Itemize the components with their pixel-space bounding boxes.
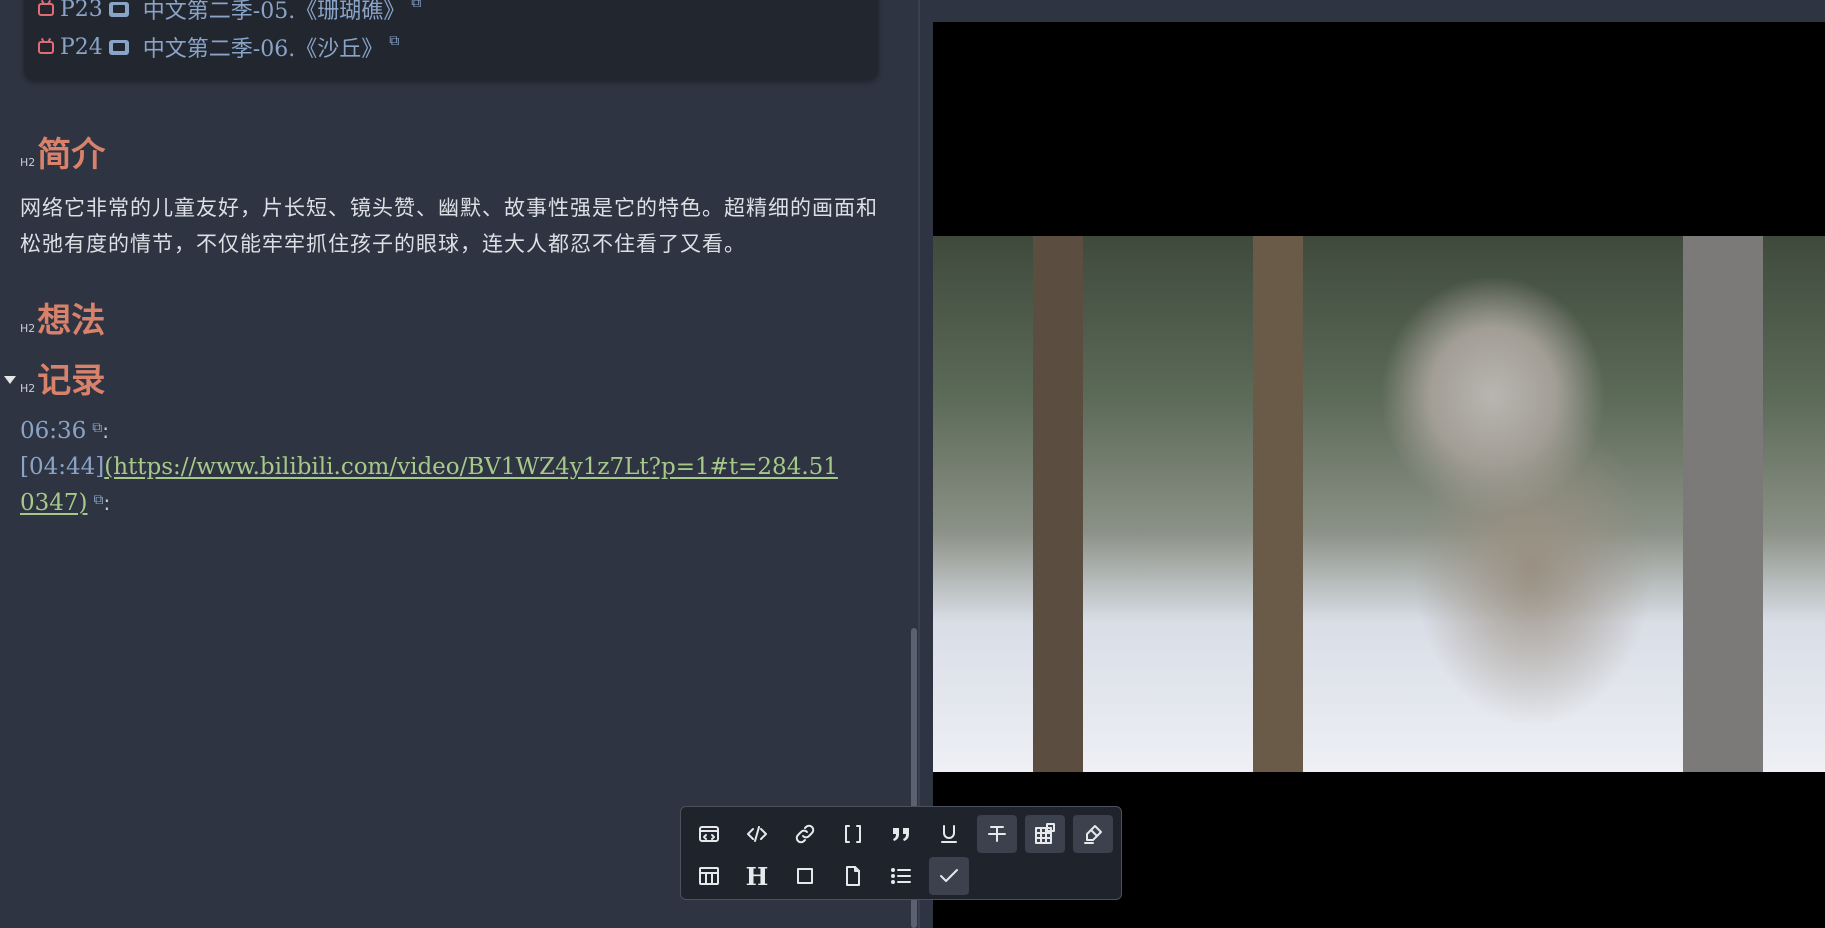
episode-row[interactable]: P24 中文第二季-06.《沙丘》 ⧉ — [38, 32, 399, 62]
heading-intro: H2 简介 — [20, 135, 105, 175]
video-frame-lynx-in-snow[interactable] — [933, 236, 1825, 772]
note-line-continued: 0347) ⧉: — [20, 490, 111, 516]
heading-level-tag: H2 — [20, 322, 36, 335]
link-icon[interactable] — [785, 815, 825, 853]
bilibili-icon — [38, 40, 54, 54]
heading-title: 简介 — [37, 135, 106, 175]
heading-icon[interactable]: H — [737, 857, 777, 895]
episode-title[interactable]: 中文第二季-06.《沙丘》 — [143, 31, 383, 63]
editor-pane[interactable]: P23 中文第二季-05.《珊瑚礁》 ⧉ P24 中文第二季-06.《沙丘》 ⧉… — [0, 0, 918, 928]
note-line: 06:36 ⧉: — [20, 418, 110, 444]
episode-list-card: P23 中文第二季-05.《珊瑚礁》 ⧉ P24 中文第二季-06.《沙丘》 ⧉ — [24, 0, 878, 80]
video-url-link-continued[interactable]: 0347) — [20, 490, 88, 516]
video-url-link[interactable]: (https://www.bilibili.com/video/BV1WZ4y1… — [104, 454, 838, 480]
collapse-toggle-icon[interactable] — [4, 376, 16, 384]
bilibili-icon — [38, 2, 54, 16]
episode-row[interactable]: P23 中文第二季-05.《珊瑚礁》 ⧉ — [38, 0, 421, 24]
heading-title: 想法 — [37, 301, 106, 341]
heading-level-tag: H2 — [20, 382, 36, 395]
code-icon[interactable] — [737, 815, 777, 853]
timestamp-link[interactable]: 06:36 — [20, 418, 86, 444]
highlighter-icon[interactable] — [1073, 815, 1113, 853]
square-icon[interactable] — [785, 857, 825, 895]
format-toolbar: H — [680, 806, 1122, 900]
episode-title[interactable]: 中文第二季-05.《珊瑚礁》 — [143, 0, 405, 25]
underline-icon[interactable] — [929, 815, 969, 853]
external-link-icon[interactable]: ⧉ — [92, 420, 102, 436]
heading-level-tag: H2 — [20, 156, 36, 169]
brackets-icon[interactable] — [833, 815, 873, 853]
external-link-icon[interactable]: ⧉ — [389, 33, 399, 49]
video-player[interactable] — [933, 22, 1825, 928]
timestamp-text: [04:44] — [20, 454, 105, 480]
embed-icon[interactable] — [689, 815, 729, 853]
heading-thoughts: H2 想法 — [20, 301, 105, 341]
list-icon[interactable] — [881, 857, 921, 895]
check-icon[interactable] — [929, 857, 969, 895]
video-pane — [920, 0, 1825, 928]
heading-title: 记录 — [37, 361, 106, 401]
strikethrough-icon[interactable] — [977, 815, 1017, 853]
episode-label: P23 — [60, 0, 103, 22]
heading-records: H2 记录 — [20, 361, 105, 401]
table-icon[interactable] — [689, 857, 729, 895]
external-link-icon[interactable]: ⧉ — [411, 0, 421, 11]
tv-icon — [108, 39, 129, 55]
note-line: [04:44](https://www.bilibili.com/video/B… — [20, 454, 838, 480]
tv-icon — [108, 1, 129, 17]
grid-icon[interactable] — [1025, 815, 1065, 853]
intro-paragraph: 网络它非常的儿童友好，片长短、镜头赞、幽默、故事性强是它的特色。超精细的画面和松… — [20, 196, 878, 256]
quote-icon[interactable] — [881, 815, 921, 853]
external-link-icon[interactable]: ⧉ — [94, 492, 104, 508]
file-icon[interactable] — [833, 857, 873, 895]
episode-label: P24 — [60, 34, 103, 60]
